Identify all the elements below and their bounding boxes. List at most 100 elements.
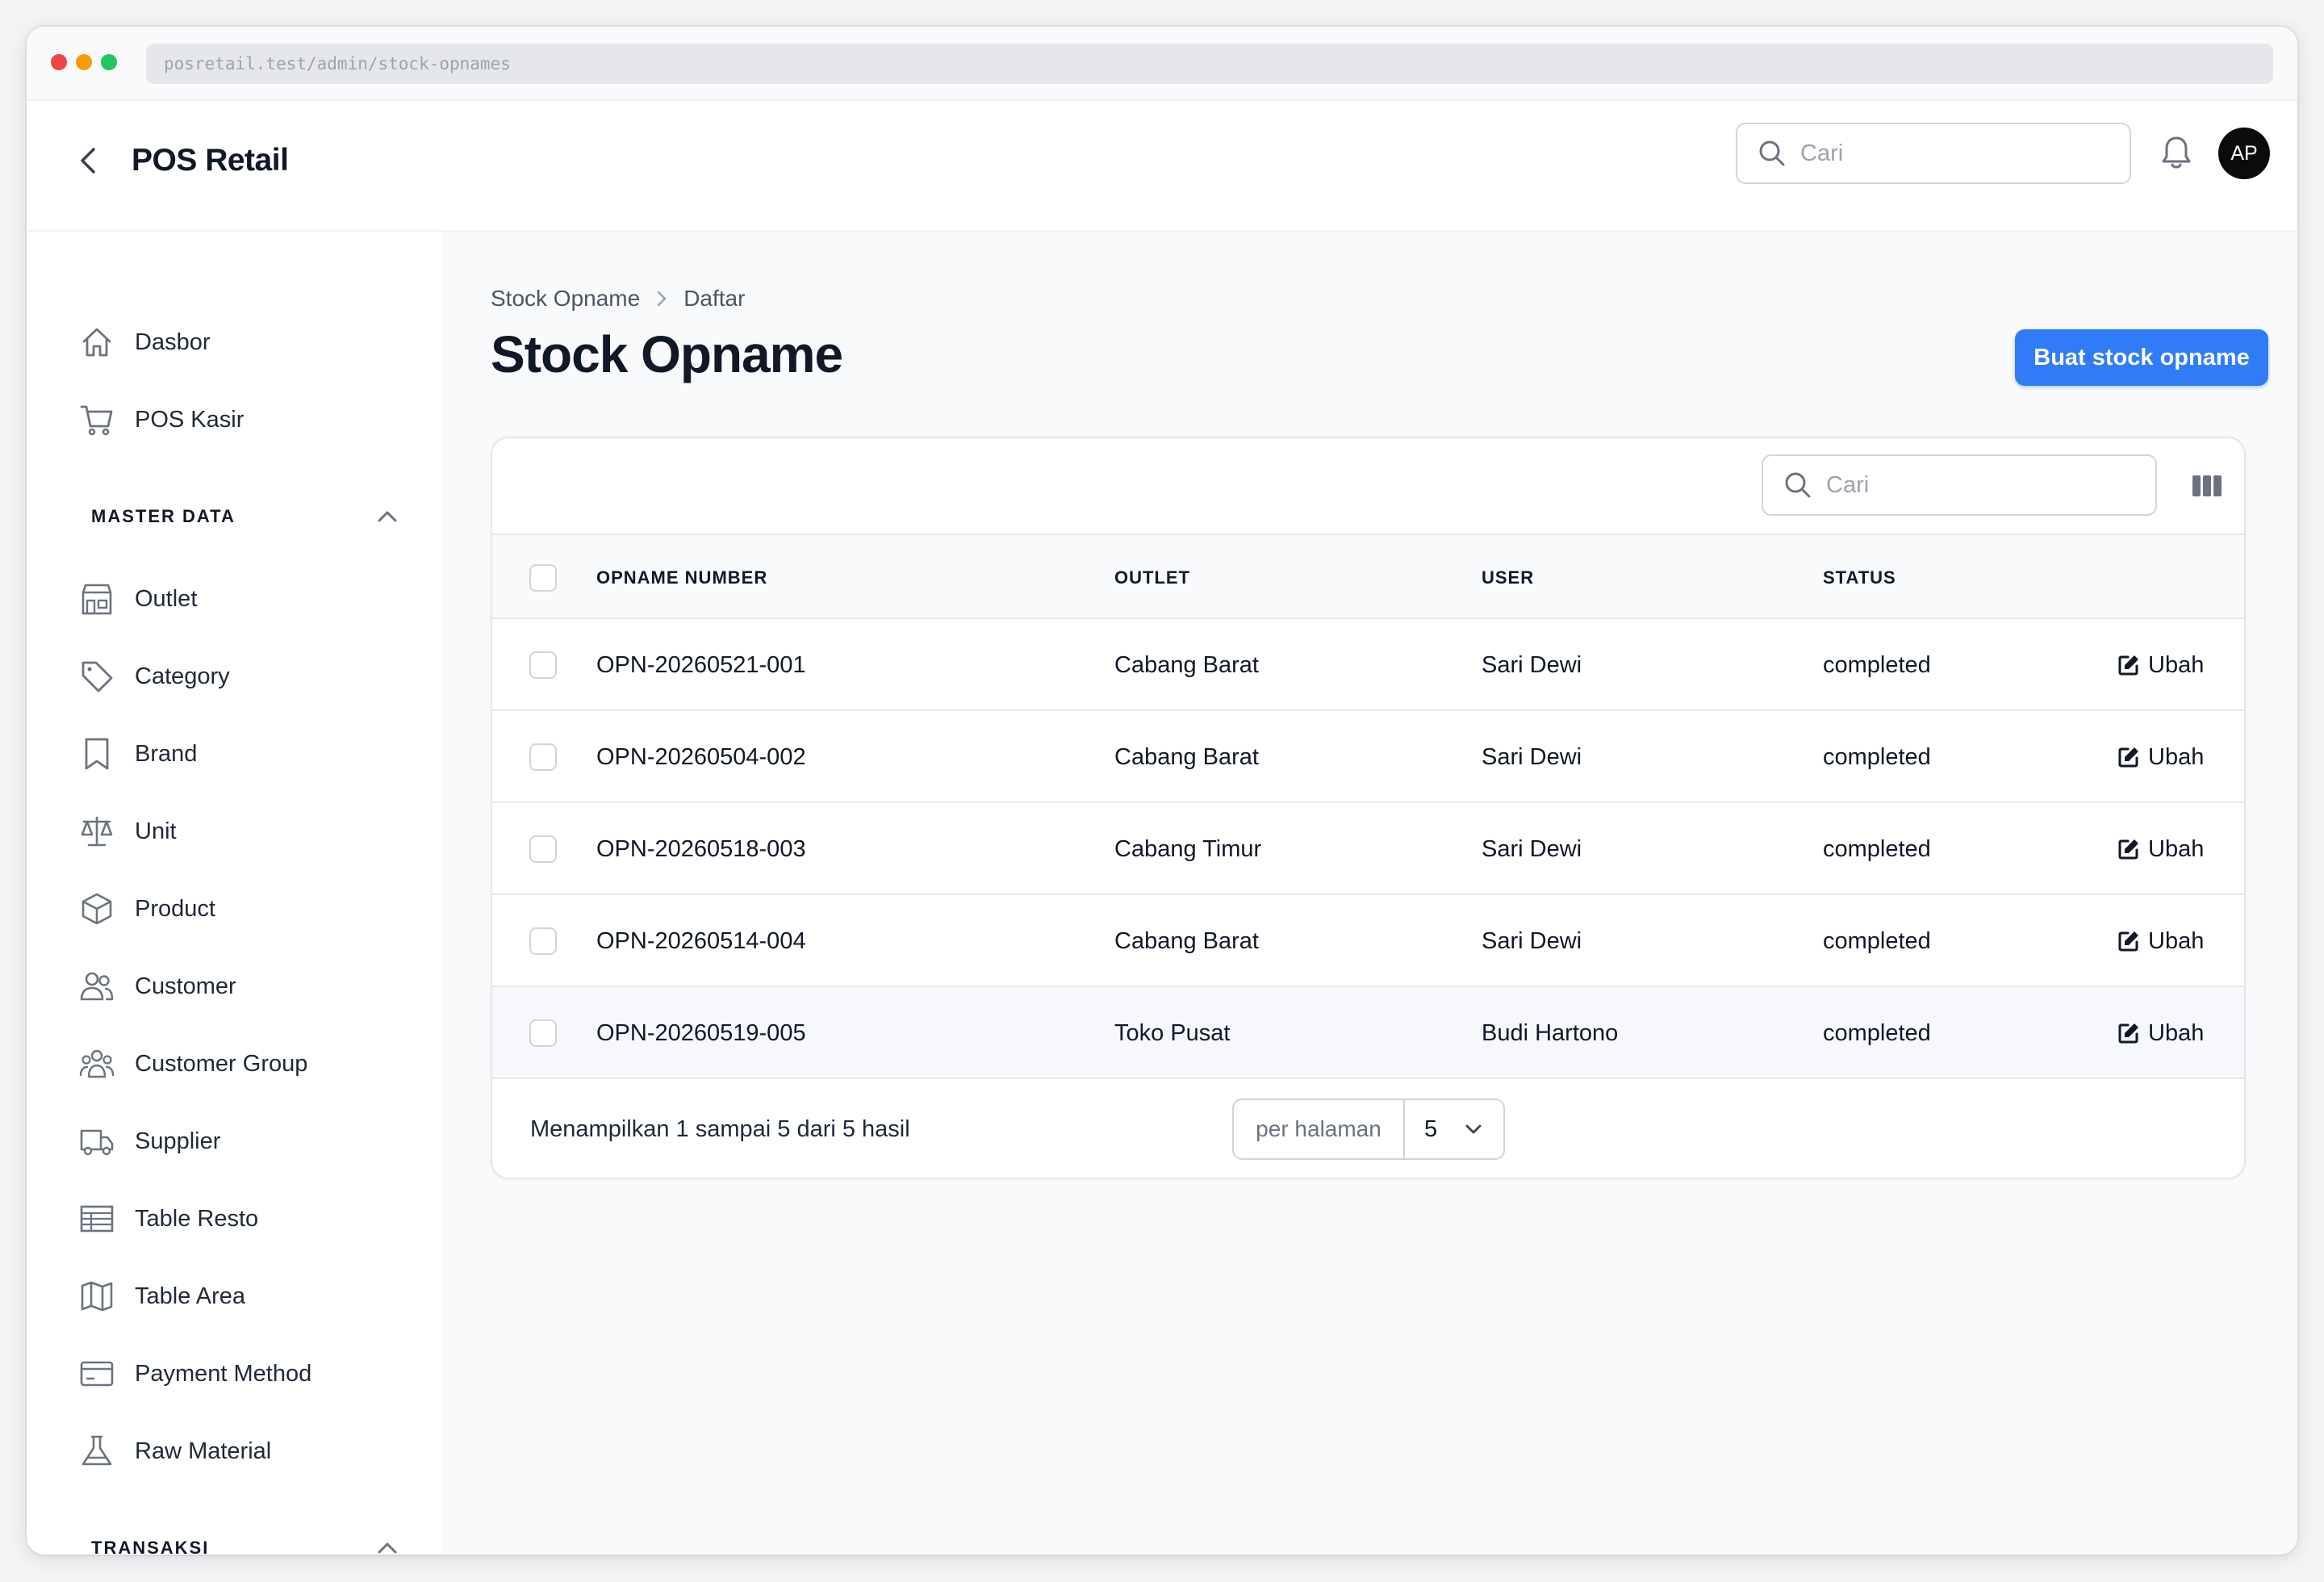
close-window-dot[interactable]	[51, 54, 67, 70]
table-icon	[78, 1200, 115, 1237]
scale-icon	[78, 813, 115, 850]
global-search-input[interactable]: Cari	[1736, 123, 2131, 184]
table-row[interactable]: OPN-20260518-003 Cabang Timur Sari Dewi …	[492, 803, 2244, 895]
column-toggle-button[interactable]	[2188, 467, 2226, 504]
column-header-outlet[interactable]: OUTLET	[1114, 535, 1190, 621]
sidebar-item-label: Dasbor	[135, 329, 211, 355]
sidebar-item-pos-kasir[interactable]: POS Kasir	[78, 396, 244, 444]
credit-card-icon	[78, 1355, 115, 1392]
sidebar-item-supplier[interactable]: Supplier	[78, 1117, 220, 1166]
sidebar-item-label: Table Area	[135, 1283, 246, 1309]
sidebar-item-dasbor[interactable]: Dasbor	[78, 318, 211, 366]
create-stock-opname-button[interactable]: Buat stock opname	[2015, 329, 2268, 386]
select-all-checkbox[interactable]	[529, 564, 557, 592]
sidebar-item-raw-material[interactable]: Raw Material	[78, 1427, 271, 1475]
sidebar-item-table-resto[interactable]: Table Resto	[78, 1195, 258, 1243]
user-avatar[interactable]: AP	[2218, 128, 2270, 179]
cell-status: completed	[1823, 836, 1931, 862]
chevron-down-icon	[1465, 1124, 1482, 1134]
browser-window: posretail.test/admin/stock-opnames POS R…	[27, 27, 2297, 1555]
sidebar-item-category[interactable]: Category	[78, 652, 230, 701]
sidebar-item-label: Supplier	[135, 1128, 221, 1154]
row-checkbox[interactable]	[529, 1019, 557, 1047]
cube-icon	[78, 890, 115, 927]
cell-outlet: Toko Pusat	[1114, 1020, 1231, 1046]
sidebar-item-label: Category	[135, 663, 230, 689]
search-icon	[1759, 140, 1785, 166]
column-header-opname-number[interactable]: OPNAME NUMBER	[596, 535, 767, 621]
edit-row-button[interactable]: Ubah	[2117, 619, 2204, 711]
group-label: MASTER DATA	[91, 506, 236, 526]
sidebar-item-unit[interactable]: Unit	[78, 807, 177, 856]
home-icon	[78, 324, 115, 361]
sidebar-item-label: Product	[135, 895, 215, 922]
per-page-label: per halaman	[1234, 1100, 1405, 1158]
edit-row-button[interactable]: Ubah	[2117, 987, 2204, 1079]
beaker-icon	[78, 1433, 115, 1470]
sidebar-item-label: Raw Material	[135, 1438, 272, 1464]
row-checkbox[interactable]	[529, 835, 557, 863]
notifications-button[interactable]	[2155, 132, 2197, 174]
edit-label: Ubah	[2148, 927, 2205, 954]
table-search-input[interactable]: Cari	[1762, 454, 2157, 516]
breadcrumb-item-stock-opname[interactable]: Stock Opname	[491, 286, 640, 312]
row-checkbox[interactable]	[529, 651, 557, 679]
sidebar: Dasbor POS Kasir MASTER DATA Outlet Cate…	[27, 232, 441, 1555]
table-row[interactable]: OPN-20260521-001 Cabang Barat Sari Dewi …	[492, 619, 2244, 711]
cell-opname-number: OPN-20260504-002	[596, 744, 806, 770]
table-row[interactable]: OPN-20260514-004 Cabang Barat Sari Dewi …	[492, 895, 2244, 987]
column-header-user[interactable]: USER	[1482, 535, 1534, 621]
sidebar-item-product[interactable]: Product	[78, 885, 215, 933]
app-title[interactable]: POS Retail	[132, 140, 289, 182]
sidebar-item-customer[interactable]: Customer	[78, 962, 236, 1011]
table-row[interactable]: OPN-20260519-005 Toko Pusat Budi Hartono…	[492, 987, 2244, 1079]
page-title: Stock Opname	[491, 325, 843, 383]
cell-user: Sari Dewi	[1482, 928, 1582, 954]
cell-opname-number: OPN-20260521-001	[596, 652, 806, 678]
edit-icon	[2118, 1023, 2138, 1044]
edit-icon	[2118, 839, 2138, 860]
address-bar[interactable]: posretail.test/admin/stock-opnames	[146, 44, 2273, 84]
pagination-summary: Menampilkan 1 sampai 5 dari 5 hasil	[530, 1116, 910, 1142]
breadcrumb-item-daftar: Daftar	[683, 286, 746, 311]
cart-icon	[78, 401, 115, 438]
row-checkbox[interactable]	[529, 743, 557, 771]
table-header: OPNAME NUMBER OUTLET USER STATUS	[492, 534, 2244, 619]
cell-outlet: Cabang Barat	[1114, 652, 1259, 678]
edit-row-button[interactable]: Ubah	[2117, 711, 2204, 803]
edit-icon	[2118, 931, 2138, 952]
sidebar-item-payment-method[interactable]: Payment Method	[78, 1350, 311, 1398]
edit-row-button[interactable]: Ubah	[2117, 803, 2204, 895]
edit-label: Ubah	[2148, 1019, 2205, 1046]
group-master-data[interactable]: MASTER DATA	[91, 500, 398, 533]
sidebar-item-customer-group[interactable]: Customer Group	[78, 1040, 307, 1088]
sidebar-item-label: Brand	[135, 740, 198, 767]
per-page-select[interactable]: per halaman 5	[1232, 1099, 1505, 1160]
edit-row-button[interactable]: Ubah	[2117, 895, 2204, 987]
back-button[interactable]	[69, 141, 107, 180]
cell-opname-number: OPN-20260514-004	[596, 928, 806, 954]
column-header-status[interactable]: STATUS	[1823, 535, 1896, 621]
sidebar-item-outlet[interactable]: Outlet	[78, 575, 197, 623]
group-transaksi[interactable]: TRANSAKSI	[91, 1532, 398, 1555]
minimize-window-dot[interactable]	[76, 54, 92, 70]
row-checkbox[interactable]	[529, 927, 557, 955]
user-group-icon	[78, 1045, 115, 1082]
maximize-window-dot[interactable]	[101, 54, 117, 70]
table-row[interactable]: OPN-20260504-002 Cabang Barat Sari Dewi …	[492, 711, 2244, 803]
truck-icon	[78, 1123, 115, 1160]
sidebar-item-label: Customer	[135, 973, 236, 999]
per-page-value[interactable]: 5	[1405, 1116, 1503, 1143]
bookmark-icon	[78, 735, 115, 772]
sidebar-item-brand[interactable]: Brand	[78, 730, 197, 778]
sidebar-item-label: Payment Method	[135, 1360, 312, 1387]
sidebar-item-label: Customer Group	[135, 1050, 308, 1077]
group-label: TRANSAKSI	[91, 1538, 210, 1555]
edit-icon	[2118, 655, 2138, 676]
search-icon	[1785, 472, 1811, 498]
edit-label: Ubah	[2148, 651, 2205, 678]
main-content: Stock Opname Daftar Stock Opname Buat st…	[441, 232, 2297, 1555]
sidebar-item-table-area[interactable]: Table Area	[78, 1272, 245, 1320]
breadcrumb: Stock Opname Daftar	[491, 286, 745, 312]
bell-icon	[2162, 136, 2191, 169]
